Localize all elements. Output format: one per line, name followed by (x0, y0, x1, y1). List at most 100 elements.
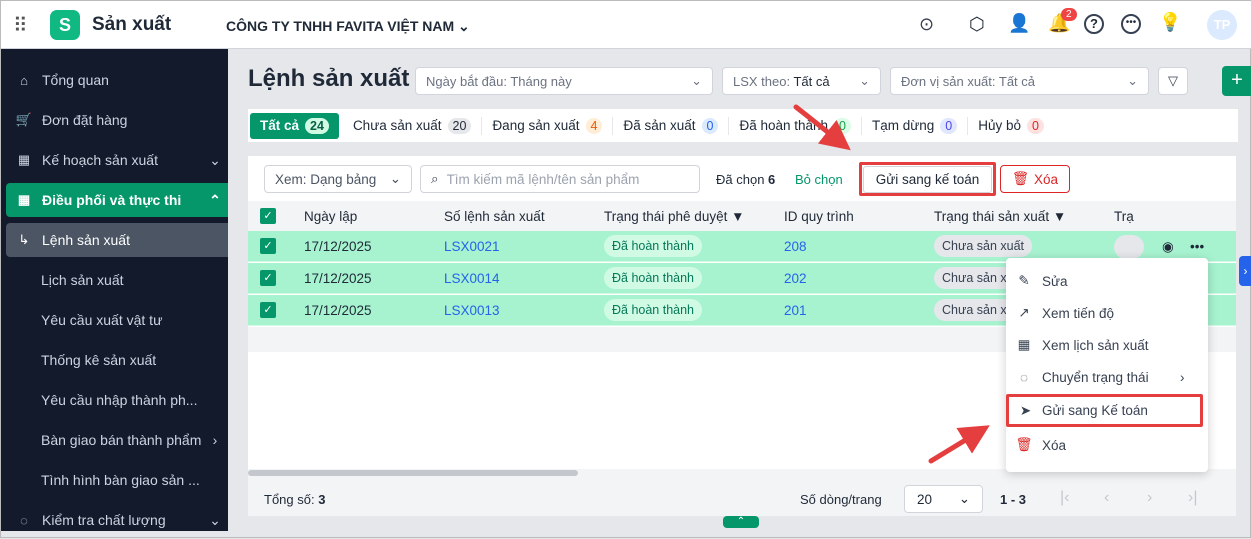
table-header: ✓ Ngày lập Số lệnh sản xuất Trạng thái p… (248, 201, 1236, 231)
apps-grid-icon[interactable]: ⠿ (13, 13, 28, 38)
process-link[interactable]: 201 (784, 303, 807, 318)
unit-filter[interactable]: Đơn vị sản xuất: Tất cả ⌄ (890, 67, 1149, 95)
avatar[interactable]: TP (1207, 10, 1237, 40)
status-badge-truncated (1114, 235, 1144, 259)
sidebar-item-handover[interactable]: Bàn giao bán thành phẩm › (6, 423, 228, 457)
delete-button[interactable]: 🗑 Xóa (1000, 165, 1070, 193)
unit-filter-value: Đơn vị sản xuất: Tất cả (901, 73, 1036, 89)
sidebar-item-orders[interactable]: 🛒 Đơn đặt hàng (6, 103, 228, 137)
sidebar-item-material-request[interactable]: Yêu cầu xuất vật tư (6, 303, 228, 337)
process-link[interactable]: 208 (784, 239, 807, 254)
tab-cancelled[interactable]: Hủy bỏ 0 (968, 117, 1054, 135)
add-button[interactable]: + (1222, 66, 1251, 96)
sidebar-item-dispatch[interactable]: ▦ Điều phối và thực thi ⌃ (6, 183, 228, 217)
next-page-icon[interactable]: › (1147, 489, 1152, 507)
chevron-down-icon: ⌄ (389, 171, 401, 186)
help-icon[interactable]: ? (1084, 14, 1104, 34)
chevron-down-icon: ⌄ (209, 151, 221, 168)
chevron-down-icon: ⌄ (1127, 73, 1138, 88)
lightbulb-icon[interactable]: 💡 (1159, 12, 1181, 33)
filter-button[interactable]: ▽ (1158, 67, 1188, 95)
lsx-filter[interactable]: LSX theo: Tất cả ⌄ (722, 67, 881, 95)
calendar-icon: ▦ (17, 152, 31, 167)
status-tabs: Tất cả 24 Chưa sản xuất 20 Đang sản xuất 4 … (248, 109, 1238, 142)
sidebar-item-handover-status[interactable]: Tình hình bàn giao sản ... (6, 463, 228, 497)
process-link[interactable]: 202 (784, 271, 807, 286)
sidebar-item-quality[interactable]: ◌ Kiểm tra chất lượng ⌄ (6, 503, 228, 537)
header-more: Trạ (1114, 208, 1134, 224)
selected-count: Đã chọn 6 (716, 172, 776, 187)
menu-item-send-accounting[interactable]: ➤ Gửi sang Kế toán (1006, 394, 1203, 427)
order-link[interactable]: LSX0014 (444, 271, 500, 286)
sidebar-item-production-orders[interactable]: ↳ Lệnh sản xuất (6, 223, 228, 257)
send-to-accounting-button[interactable]: Gửi sang kế toán (859, 162, 996, 196)
lsx-filter-value: LSX theo: Tất cả (733, 73, 830, 89)
table-footer: Tổng số: 3 Số dòng/trang 20 ⌄ 1 - 3 |‹ ‹ … (248, 477, 1236, 516)
start-date-filter[interactable]: Ngày bắt đầu: Tháng này ⌄ (415, 67, 713, 95)
approval-badge: Đã hoàn thành (604, 235, 703, 257)
menu-item-progress[interactable]: ↗ Xem tiến độ (1006, 298, 1208, 328)
deselect-button[interactable]: Bỏ chọn (795, 172, 843, 187)
search-input[interactable]: ⌕ Tìm kiếm mã lệnh/tên sản phẩm (420, 165, 700, 193)
select-all-checkbox[interactable]: ✓ (260, 208, 276, 224)
search-icon: ⌕ (431, 171, 439, 186)
package-icon[interactable]: ⬡ (969, 14, 985, 35)
chevron-down-icon: ⌄ (209, 511, 221, 528)
row-actions-menu: ✎ Sửa ↗ Xem tiến độ ▦ Xem lịch sản xuất ◌ Ch… (1006, 258, 1208, 472)
sidebar-item-plan[interactable]: ▦ Kế hoạch sản xuất ⌄ (6, 143, 228, 177)
chevron-down-icon: ⌄ (859, 73, 870, 88)
header-process: ID quy trình (784, 208, 854, 224)
menu-item-delete[interactable]: 🗑 Xóa (1006, 430, 1208, 460)
filter-icon[interactable]: ▼ (1053, 209, 1066, 224)
order-link[interactable]: LSX0021 (444, 239, 500, 254)
header-status: Trạng thái sản xuất ▼ (934, 208, 1067, 224)
notification-badge: 2 (1061, 8, 1077, 21)
pencil-icon: ✎ (1018, 273, 1030, 288)
trash-icon: 🗑 (1011, 171, 1030, 186)
row-checkbox[interactable]: ✓ (260, 302, 276, 318)
tab-in-progress[interactable]: Đang sản xuất 4 (482, 116, 614, 135)
chevron-down-icon: ⌄ (958, 491, 970, 506)
filter-icon[interactable]: ▼ (731, 209, 744, 224)
last-page-icon[interactable]: ›| (1188, 489, 1197, 507)
sidebar-item-schedule[interactable]: Lịch sản xuất (6, 263, 228, 297)
order-link[interactable]: LSX0013 (444, 303, 500, 318)
page-size-select[interactable]: 20 ⌄ (904, 485, 983, 513)
filter-icon: ▽ (1168, 73, 1178, 88)
total-count: Tổng số: 3 (264, 492, 326, 507)
menu-item-schedule[interactable]: ▦ Xem lịch sản xuất (1006, 330, 1208, 360)
add-user-icon[interactable]: 👤 (1008, 13, 1030, 34)
first-page-icon[interactable]: |‹ (1060, 489, 1069, 507)
tab-paused[interactable]: Tạm dừng 0 (862, 116, 969, 135)
tab-completed[interactable]: Đã hoàn thành 0 (729, 116, 862, 135)
company-name: CÔNG TY TNHH FAVITA VIỆT NAM (226, 18, 455, 34)
expand-panel-button[interactable]: › (1239, 256, 1251, 286)
view-mode-select[interactable]: Xem: Dạng bảng ⌄ (264, 165, 412, 193)
menu-item-change-status[interactable]: ◌ Chuyển trạng thái › (1006, 362, 1208, 392)
sub-arrow-icon: ↳ (18, 232, 30, 247)
eye-icon[interactable]: ◉ (1162, 239, 1174, 255)
start-date-value: Ngày bắt đầu: Tháng này (426, 73, 572, 89)
app-logo: S (50, 10, 80, 40)
menu-item-edit[interactable]: ✎ Sửa (1006, 266, 1208, 296)
download-icon[interactable]: ⊙ (919, 14, 934, 35)
company-selector[interactable]: CÔNG TY TNHH FAVITA VIỆT NAM ⌄ (226, 18, 470, 35)
chevron-right-icon: › (212, 432, 218, 448)
chevron-up-icon: ⌃ (209, 191, 221, 208)
row-checkbox[interactable]: ✓ (260, 238, 276, 254)
tab-not-started[interactable]: Chưa sản xuất 20 (343, 116, 483, 135)
tab-all[interactable]: Tất cả 24 (250, 112, 339, 139)
sidebar-item-finished-goods[interactable]: Yêu cầu nhập thành ph... (6, 383, 228, 417)
header-approval: Trạng thái phê duyệt ▼ (604, 208, 745, 224)
status-badge: Chưa sản x (934, 299, 1015, 321)
tab-produced[interactable]: Đã sản xuất 0 (613, 116, 730, 135)
collapse-footer-button[interactable]: ⌃ (723, 516, 759, 528)
sidebar-item-overview[interactable]: ⌂ Tổng quan (6, 63, 228, 97)
prev-page-icon[interactable]: ‹ (1104, 489, 1109, 507)
calendar-clock-icon: ▦ (17, 192, 31, 207)
more-actions-icon[interactable]: ••• (1190, 239, 1204, 254)
sidebar-item-statistics[interactable]: Thống kê sản xuất (6, 343, 228, 377)
row-checkbox[interactable]: ✓ (260, 270, 276, 286)
more-icon[interactable]: ••• (1121, 14, 1141, 34)
check-circle-icon: ◌ (20, 512, 28, 528)
